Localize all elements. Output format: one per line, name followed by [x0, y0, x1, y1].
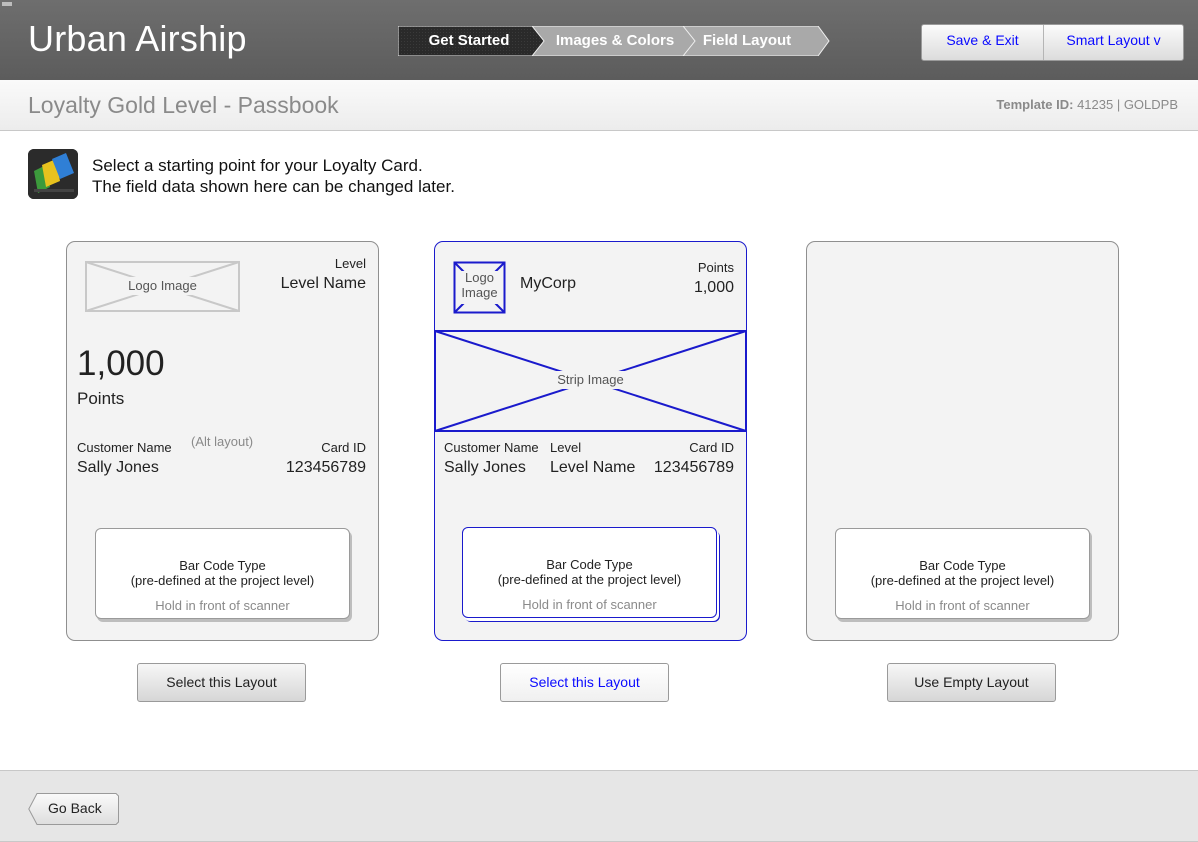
barcode-type: Bar Code Type — [919, 558, 1006, 573]
barcode-note: (pre-defined at the project level) — [130, 573, 315, 588]
smart-layout-dropdown[interactable]: Smart Layout ᴠ — [1044, 25, 1183, 60]
step-images-colors[interactable]: Images & Colors — [544, 26, 686, 56]
sub-header: Loyalty Gold Level - Passbook Template I… — [0, 80, 1198, 131]
alt-layout-note: (Alt layout) — [191, 434, 254, 449]
template-id: Template ID: 41235 | GOLDPB — [996, 97, 1178, 112]
logo-image-caption: Logo Image — [128, 278, 197, 293]
select-layout-button-2[interactable]: Select this Layout — [500, 663, 669, 702]
logo-image-caption: Logo Image — [453, 270, 506, 300]
points-value: 1,000 — [77, 344, 165, 383]
points-label: Points — [77, 389, 125, 408]
go-back-button[interactable]: Go Back — [28, 793, 120, 830]
customer-name-value: Sally Jones — [444, 459, 526, 476]
go-back-label: Go Back — [48, 800, 102, 816]
customer-name-label: Customer Name — [77, 440, 172, 455]
intro-line-1: Select a starting point for your Loyalty… — [92, 156, 423, 175]
window-corner-mark — [2, 2, 12, 6]
strip-image-placeholder: Strip Image — [434, 330, 747, 432]
card-id-label: Card ID — [321, 440, 366, 455]
logo-image-placeholder: Logo Image — [85, 261, 240, 312]
wallet-passes-icon — [28, 149, 78, 199]
barcode-type: Bar Code Type — [546, 557, 633, 572]
layout-card-standard[interactable]: Logo Image Level Level Name 1,000 Points… — [66, 241, 379, 641]
level-label: Level — [550, 440, 582, 455]
card-id-value: 123456789 — [285, 459, 366, 476]
footer-bar: Go Back — [0, 770, 1198, 842]
level-value: Level Name — [280, 275, 366, 292]
use-empty-layout-button[interactable]: Use Empty Layout — [887, 663, 1056, 702]
logo-caption-line-2: Image — [461, 285, 498, 300]
level-label: Level — [334, 256, 366, 271]
barcode-type: Bar Code Type — [179, 558, 266, 573]
card-id-label: Card ID — [689, 440, 734, 455]
layout-card-empty[interactable]: Bar Code Type (pre-defined at the projec… — [806, 241, 1119, 641]
barcode-area: Bar Code Type (pre-defined at the projec… — [462, 527, 717, 618]
barcode-note: (pre-defined at the project level) — [497, 572, 682, 587]
barcode-note: (pre-defined at the project level) — [870, 573, 1055, 588]
company-name: MyCorp — [520, 275, 577, 292]
intro-line-2: The field data shown here can be changed… — [92, 177, 455, 196]
points-value: 1,000 — [693, 279, 734, 296]
template-id-value: 41235 | GOLDPB — [1073, 97, 1178, 112]
barcode-area: Bar Code Type (pre-defined at the projec… — [835, 528, 1090, 619]
logo-caption-line-1: Logo — [465, 270, 494, 285]
step-get-started[interactable]: Get Started — [398, 26, 540, 56]
level-value: Level Name — [550, 459, 636, 476]
intro-text: Select a starting point for your Loyalty… — [92, 155, 455, 197]
barcode-hint: Hold in front of scanner — [895, 598, 1030, 613]
strip-image-caption: Strip Image — [557, 372, 624, 387]
layout-card-strip[interactable]: Logo Image MyCorp Points 1,000 Strip Ima… — [434, 241, 747, 641]
card-id-value: 123456789 — [653, 459, 734, 476]
logo-image-placeholder: Logo Image — [453, 261, 506, 314]
barcode-area: Bar Code Type (pre-defined at the projec… — [95, 528, 350, 619]
wizard-steps: Get Started Images & Colors Field Layout — [398, 26, 830, 56]
step-field-layout[interactable]: Field Layout — [692, 26, 802, 56]
barcode-hint: Hold in front of scanner — [522, 597, 657, 612]
header-button-group: Save & Exit Smart Layout ᴠ — [921, 24, 1184, 61]
points-label: Points — [697, 260, 734, 275]
barcode-hint: Hold in front of scanner — [155, 598, 290, 613]
wallet-passes-icon-art — [28, 149, 78, 199]
select-layout-button-1[interactable]: Select this Layout — [137, 663, 306, 702]
customer-name-value: Sally Jones — [77, 459, 159, 476]
template-id-label: Template ID: — [996, 97, 1074, 112]
app-title: Urban Airship — [28, 18, 247, 59]
customer-name-label: Customer Name — [444, 440, 539, 455]
save-exit-button[interactable]: Save & Exit — [922, 25, 1044, 60]
top-bar: Urban Airship Get Started Images & Color… — [0, 0, 1198, 80]
page-title: Loyalty Gold Level - Passbook — [28, 92, 339, 118]
